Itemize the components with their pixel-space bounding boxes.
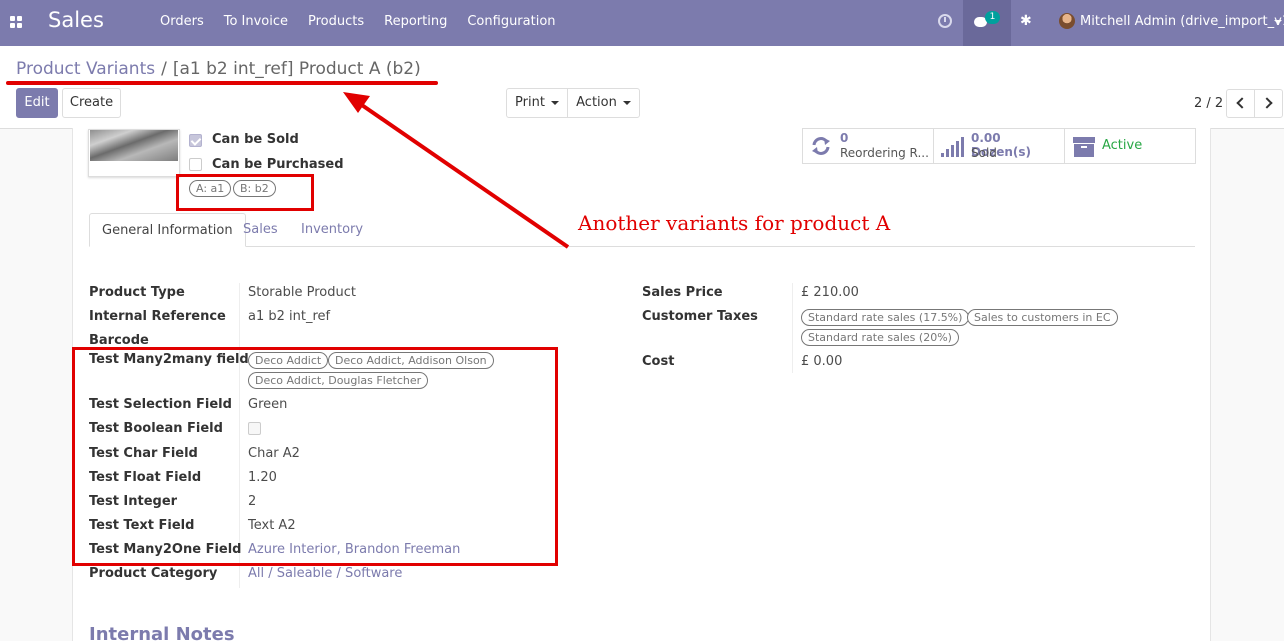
sold-label: Sold: [971, 146, 997, 160]
messaging-button[interactable]: 1: [963, 0, 1011, 46]
can-be-purchased-checkbox[interactable]: [189, 158, 202, 171]
annotation-box-fields: [72, 347, 558, 566]
sales-price-value: £ 210.00: [801, 285, 859, 300]
internal-reference-value: a1 b2 int_ref: [248, 309, 331, 324]
main-menu: Orders To Invoice Products Reporting Con…: [160, 14, 556, 29]
sales-price-label: Sales Price: [642, 285, 723, 300]
action-caret-icon: [622, 100, 631, 105]
user-caret-icon[interactable]: [1274, 20, 1282, 24]
can-be-sold-checkbox[interactable]: [189, 134, 202, 147]
apps-grid-icon[interactable]: [10, 16, 23, 29]
print-caret-icon: [550, 100, 559, 105]
right-field-separator: [792, 283, 793, 373]
annotation-text: Another variants for product A: [578, 211, 891, 235]
active-toggle-button[interactable]: Active: [1064, 128, 1196, 164]
can-be-sold-label: Can be Sold: [212, 132, 299, 147]
menu-orders[interactable]: Orders: [160, 14, 204, 29]
sold-amount: 0.00: [971, 131, 1001, 145]
can-be-purchased-label: Can be Purchased: [212, 157, 344, 172]
action-dropdown[interactable]: Action: [567, 88, 640, 118]
product-photo: [90, 130, 178, 161]
menu-products[interactable]: Products: [308, 14, 364, 29]
cost-label: Cost: [642, 354, 675, 369]
top-navbar: Sales Orders To Invoice Products Reporti…: [0, 0, 1284, 46]
breadcrumb: Product Variants / [a1 b2 int_ref] Product…: [16, 59, 421, 79]
menu-reporting[interactable]: Reporting: [384, 14, 447, 29]
breadcrumb-current: [a1 b2 int_ref] Product A (b2): [172, 59, 421, 79]
barcode-label: Barcode: [89, 333, 149, 348]
product-type-label: Product Type: [89, 285, 185, 300]
reordering-count: 0: [840, 131, 849, 145]
app-brand[interactable]: Sales: [48, 8, 104, 32]
user-avatar[interactable]: [1059, 13, 1075, 29]
active-label: Active: [1102, 138, 1143, 153]
breadcrumb-product-variants[interactable]: Product Variants: [16, 59, 155, 79]
pager-previous-button[interactable]: [1226, 89, 1255, 118]
refresh-icon: [812, 137, 830, 155]
tax-tag-2[interactable]: Sales to customers in EC: [967, 309, 1118, 326]
tab-general-information[interactable]: General Information: [89, 213, 246, 247]
product-image[interactable]: [88, 129, 180, 177]
breadcrumb-separator: /: [161, 59, 167, 79]
cost-value: £ 0.00: [801, 354, 843, 369]
reordering-rules-button[interactable]: 0 Reordering R...: [802, 128, 934, 164]
signal-bars-icon: [941, 137, 964, 157]
action-label: Action: [576, 95, 617, 110]
pager-next-button[interactable]: [1254, 89, 1283, 118]
print-label: Print: [515, 95, 545, 110]
product-type-value: Storable Product: [248, 285, 356, 300]
debug-bug-icon[interactable]: ✱: [1020, 13, 1032, 29]
activity-clock-icon[interactable]: [938, 14, 952, 28]
product-category-link[interactable]: All / Saleable / Software: [248, 566, 402, 581]
tab-inventory[interactable]: Inventory: [289, 213, 375, 247]
tab-sales[interactable]: Sales: [231, 213, 290, 247]
menu-to-invoice[interactable]: To Invoice: [224, 14, 288, 29]
sold-button[interactable]: 0.00 Dozen(s) Sold: [933, 128, 1065, 164]
tax-tag-3[interactable]: Standard rate sales (20%): [801, 329, 959, 346]
print-dropdown[interactable]: Print: [506, 88, 568, 118]
annotation-box-variants: [176, 174, 314, 211]
reordering-label: Reordering R...: [840, 146, 929, 160]
edit-button[interactable]: Edit: [16, 88, 58, 118]
chevron-right-icon: [1261, 97, 1273, 109]
annotation-arrow-head: [343, 92, 370, 113]
tax-tag-1[interactable]: Standard rate sales (17.5%): [801, 309, 970, 326]
archive-icon: [1073, 137, 1095, 157]
menu-configuration[interactable]: Configuration: [467, 14, 555, 29]
internal-reference-label: Internal Reference: [89, 309, 226, 324]
annotation-underline: [6, 81, 438, 85]
chat-badge: 1: [985, 11, 1000, 24]
chevron-left-icon: [1236, 97, 1248, 109]
user-menu[interactable]: Mitchell Admin (drive_import_v1): [1080, 14, 1284, 29]
internal-notes-heading: Internal Notes: [89, 624, 235, 641]
create-button[interactable]: Create: [62, 88, 121, 118]
product-category-label: Product Category: [89, 566, 218, 581]
customer-taxes-label: Customer Taxes: [642, 309, 758, 324]
pager-value[interactable]: 2 / 2: [1194, 96, 1223, 111]
